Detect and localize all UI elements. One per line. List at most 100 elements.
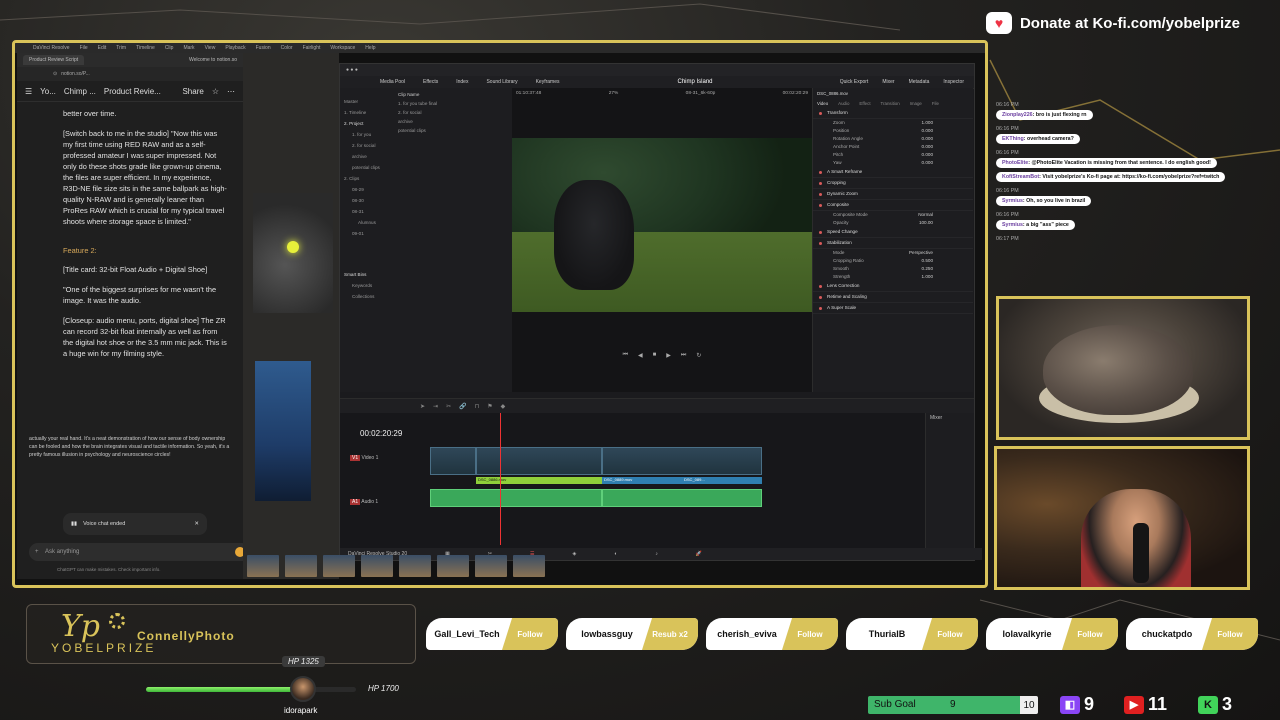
bin-item[interactable]: 08-29 xyxy=(344,184,396,195)
star-icon[interactable]: ☆ xyxy=(212,87,219,96)
inspector-section-retime[interactable]: Retime and Scaling xyxy=(813,292,973,303)
breadcrumb-item[interactable]: Yo... xyxy=(40,87,56,96)
thumbnail[interactable] xyxy=(247,555,279,577)
skip-forward-icon[interactable]: ⏭ xyxy=(681,352,686,359)
inspector-tab[interactable]: Image xyxy=(910,101,922,106)
select-tool-icon[interactable]: ➤ xyxy=(420,403,425,410)
inspector-section-smart-reframe[interactable]: A Smart Reframe xyxy=(813,167,973,178)
stabilization-mode-row[interactable]: Mode Perspective xyxy=(813,249,973,257)
snap-icon[interactable]: ⊓ xyxy=(475,403,480,410)
inspector-section-super-scale[interactable]: A Super Scale xyxy=(813,303,973,314)
video-clip[interactable] xyxy=(476,447,602,475)
inspector-section-cropping[interactable]: Cropping xyxy=(813,178,973,189)
toolbar-tab[interactable]: Quick Export xyxy=(840,79,869,85)
chat-username[interactable]: PhotoElite xyxy=(1002,160,1028,166)
color-page-icon[interactable]: ◐ xyxy=(614,551,617,557)
transform-row[interactable]: Anchor Point 0.000 xyxy=(813,143,973,151)
browser-tab[interactable]: Product Review Script xyxy=(23,55,85,65)
chat-username[interactable]: KofiStreamBot xyxy=(1002,174,1039,180)
toolbar-tab[interactable]: Metadata xyxy=(909,79,930,85)
transform-row[interactable]: Pitch 0.000 xyxy=(813,151,973,159)
thumbnail[interactable] xyxy=(323,555,355,577)
transform-row[interactable]: Yaw 0.000 xyxy=(813,159,973,167)
play-icon[interactable]: ▶ xyxy=(666,352,671,359)
inspector-section-composite[interactable]: Composite xyxy=(813,200,973,211)
share-button[interactable]: Share xyxy=(182,87,203,96)
transform-row[interactable]: Position 0.000 xyxy=(813,127,973,135)
bin-item[interactable]: 08-31 xyxy=(344,206,396,217)
reverse-icon[interactable]: ◀ xyxy=(638,352,643,359)
deliver-page-icon[interactable]: 🚀 xyxy=(696,551,702,557)
smart-bin-item[interactable]: Keywords xyxy=(344,280,396,291)
smooth-row[interactable]: Smooth 0.250 xyxy=(813,265,973,273)
clip-item[interactable]: 1. for you tube final xyxy=(398,99,508,108)
toolbar-tab[interactable]: Mixer xyxy=(882,79,894,85)
browser-tab[interactable]: Welcome to notion.so xyxy=(189,57,237,63)
thumbnail[interactable] xyxy=(513,555,545,577)
inspector-tab[interactable]: Effect xyxy=(859,101,870,106)
video-clip[interactable] xyxy=(602,447,762,475)
thumbnail[interactable] xyxy=(361,555,393,577)
bin-item[interactable]: 1. for you xyxy=(344,129,396,140)
inspector-tab[interactable]: Transition xyxy=(881,101,900,106)
thumbnail[interactable] xyxy=(437,555,469,577)
toolbar-tab[interactable]: Sound Library xyxy=(486,79,517,85)
bin-item[interactable]: 08-30 xyxy=(344,195,396,206)
video-preview[interactable] xyxy=(512,138,818,312)
chat-username[interactable]: EKThing xyxy=(1002,136,1024,142)
ask-input[interactable]: + Ask anything xyxy=(29,543,251,561)
breadcrumb-item[interactable]: Chimp ... xyxy=(64,87,96,96)
close-icon[interactable]: ✕ xyxy=(194,521,199,527)
toolbar-tab[interactable]: Keyframes xyxy=(536,79,560,85)
link-icon[interactable]: 🔗 xyxy=(459,403,466,410)
url-bar[interactable]: ⊙ notion.so/P... xyxy=(17,67,243,81)
blade-tool-icon[interactable]: ✂ xyxy=(446,403,451,410)
chat-username[interactable]: Zionplay226 xyxy=(1002,112,1033,118)
trim-tool-icon[interactable]: ⇥ xyxy=(433,403,438,410)
bin-item[interactable]: 1. Timeline xyxy=(344,107,396,118)
inspector-section-dynamic-zoom[interactable]: Dynamic Zoom xyxy=(813,189,973,200)
toolbar-tab[interactable]: Effects xyxy=(423,79,438,85)
bin-item[interactable]: Master xyxy=(344,96,396,107)
playhead[interactable] xyxy=(500,413,501,545)
audio-clip[interactable] xyxy=(430,489,602,507)
inspector-section-lens-correction[interactable]: Lens Correction xyxy=(813,281,973,292)
chat-username[interactable]: Syrmius xyxy=(1002,222,1023,228)
clip-item[interactable]: archive xyxy=(398,117,508,126)
clip-item[interactable]: potential clips xyxy=(398,126,508,135)
thumbnail[interactable] xyxy=(285,555,317,577)
toolbar-tab[interactable]: Media Pool xyxy=(380,79,405,85)
thumbnail[interactable] xyxy=(475,555,507,577)
toolbar-tab[interactable]: Index xyxy=(456,79,468,85)
flag-icon[interactable]: ⚑ xyxy=(487,403,492,410)
smart-bin-item[interactable]: Collections xyxy=(344,291,396,302)
bin-item[interactable]: potential clips xyxy=(344,162,396,173)
loop-icon[interactable]: ↻ xyxy=(696,352,701,359)
inspector-tab[interactable]: Audio xyxy=(838,101,849,106)
thumbnail[interactable] xyxy=(399,555,431,577)
plus-icon[interactable]: + xyxy=(35,549,39,555)
marker-icon[interactable]: ◆ xyxy=(501,403,506,410)
bin-item[interactable]: Alumnus xyxy=(344,217,396,228)
cropping-ratio-row[interactable]: Cropping Ratio 0.500 xyxy=(813,257,973,265)
bin-item[interactable]: 2. for social xyxy=(344,140,396,151)
more-icon[interactable]: ⋯ xyxy=(227,87,235,96)
opacity-row[interactable]: Opacity 100.00 xyxy=(813,219,973,227)
strength-row[interactable]: Strength 1.000 xyxy=(813,273,973,281)
inspector-section-transform[interactable]: Transform xyxy=(813,108,973,119)
inspector-section-stabilization[interactable]: Stabilization xyxy=(813,238,973,249)
toolbar-tab[interactable]: Inspector xyxy=(943,79,964,85)
bin-item[interactable]: 09-01 xyxy=(344,228,396,239)
breadcrumb-item[interactable]: Product Revie... xyxy=(104,87,161,96)
inspector-tab[interactable]: Video xyxy=(817,101,828,106)
fairlight-page-icon[interactable]: ♪ xyxy=(655,551,658,557)
composite-mode-row[interactable]: Composite Mode Normal xyxy=(813,211,973,219)
bin-item[interactable]: 2. Project xyxy=(344,118,396,129)
menu-icon[interactable]: ☰ xyxy=(25,87,32,96)
stop-icon[interactable]: ■ xyxy=(653,352,657,358)
inspector-section-speed-change[interactable]: Speed Change xyxy=(813,227,973,238)
audio-clip[interactable] xyxy=(602,489,762,507)
transform-row[interactable]: Zoom 1.000 xyxy=(813,119,973,127)
video-clip[interactable] xyxy=(430,447,476,475)
transform-row[interactable]: Rotation Angle 0.000 xyxy=(813,135,973,143)
